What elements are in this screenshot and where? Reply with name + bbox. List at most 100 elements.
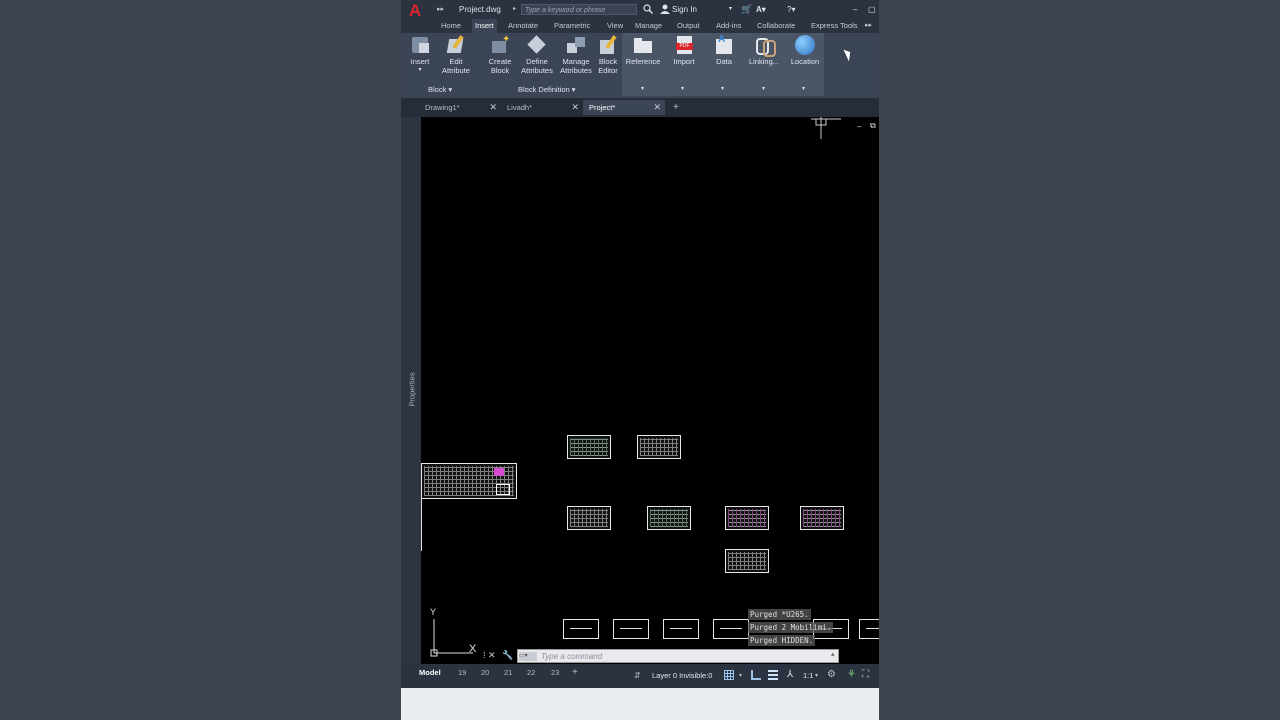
help-icon[interactable]: ?▾ — [787, 0, 795, 19]
block-editor-button[interactable]: Block Editor — [595, 35, 621, 75]
doc-tab-livadh[interactable]: Livadh* ✕ — [501, 100, 583, 115]
layout-tab-21[interactable]: 21 — [504, 667, 512, 679]
doc-tab-project[interactable]: Project* ✕ — [583, 100, 665, 115]
manage-attributes-label-2: Attributes — [560, 66, 592, 75]
search-arrow-icon[interactable]: ▸ — [513, 0, 516, 19]
annotation-scale-value[interactable]: 1:1 — [803, 670, 813, 682]
workspace-gear-icon[interactable]: ⚙ — [827, 669, 836, 681]
viewport-restore-icon[interactable]: ⧉ — [870, 121, 876, 131]
floor-plan-thumbnail[interactable] — [725, 549, 769, 573]
properties-palette-strip[interactable]: Properties — [401, 117, 421, 667]
section-drawing-thumbnail[interactable] — [713, 619, 749, 639]
minimize-icon[interactable]: – — [853, 0, 857, 19]
reference-panel-expand-icon[interactable]: ▾ — [641, 85, 644, 92]
tab-home[interactable]: Home — [441, 19, 461, 33]
autodesk-a360-icon[interactable]: A▾ — [756, 0, 766, 19]
search-icon[interactable] — [643, 4, 653, 14]
linking-panel-expand-icon[interactable]: ▾ — [762, 85, 765, 92]
fullscreen-icon[interactable]: ⛶ — [862, 669, 869, 681]
isolate-objects-icon[interactable]: ⚘ — [847, 669, 856, 681]
ortho-icon[interactable] — [751, 670, 761, 680]
title-bar: A ▸▸ Project.dwg ▸ Type a keyword or phr… — [401, 0, 879, 19]
insert-button[interactable]: Insert ▾ — [407, 35, 433, 75]
tab-view[interactable]: View — [607, 19, 623, 33]
reference-label: Reference — [625, 57, 661, 66]
section-drawing-thumbnail[interactable] — [613, 619, 649, 639]
tab-collaborate[interactable]: Collaborate — [757, 19, 795, 33]
manage-attributes-icon — [566, 35, 586, 55]
layout-tab-20[interactable]: 20 — [481, 667, 489, 679]
section-drawing-thumbnail[interactable] — [859, 619, 879, 639]
manage-attributes-label-1: Manage — [562, 57, 590, 66]
panel-block-label[interactable]: Block ▾ — [428, 85, 452, 94]
edit-attribute-button[interactable]: Edit Attribute — [439, 35, 473, 75]
lineweight-icon[interactable] — [768, 670, 778, 680]
floor-plan-thumbnail[interactable] — [567, 506, 611, 530]
search-input[interactable]: Type a keyword or phrase — [521, 4, 637, 15]
reference-button[interactable]: Reference — [624, 35, 662, 66]
tab-express-tools[interactable]: Express Tools — [811, 19, 858, 33]
section-drawing-thumbnail[interactable] — [663, 619, 699, 639]
tab-insert[interactable]: Insert — [472, 19, 497, 33]
title-block-thumbnail[interactable] — [421, 463, 517, 499]
cart-icon[interactable]: 🛒 — [741, 0, 752, 19]
import-panel-expand-icon[interactable]: ▾ — [681, 85, 684, 92]
command-history-toggle-icon[interactable]: ▴ — [831, 650, 835, 658]
autocad-logo-icon[interactable]: A — [409, 2, 421, 19]
viewcube-icon[interactable] — [811, 117, 851, 141]
status-customize-icon[interactable]: ⇵ — [634, 670, 641, 682]
insert-block-icon — [410, 35, 430, 55]
tab-annotate[interactable]: Annotate — [508, 19, 538, 33]
create-block-button[interactable]: ✦ Create Block — [486, 35, 514, 76]
floor-plan-thumbnail[interactable] — [800, 506, 844, 530]
viewport-minimize-icon[interactable]: – — [857, 122, 861, 131]
user-icon[interactable] — [660, 4, 670, 14]
data-extraction-icon: A — [714, 35, 734, 55]
close-icon[interactable]: ✕ — [571, 100, 579, 115]
ribbon-panel: Insert ▾ Edit Attribute ✦ Create Block D… — [401, 33, 879, 98]
layout-tab-model[interactable]: Model — [419, 667, 441, 679]
floor-plan-thumbnail[interactable] — [725, 506, 769, 530]
quick-access-expand-icon[interactable]: ▸▸ — [437, 0, 444, 19]
scale-dropdown-icon[interactable]: ▾ — [815, 670, 818, 682]
customize-wrench-icon[interactable]: 🔧 — [502, 650, 513, 661]
layout-tab-22[interactable]: 22 — [527, 667, 535, 679]
grid-icon[interactable] — [724, 670, 734, 680]
drawing-canvas[interactable]: – ⧉ Purged *U265. Purged 2 Mobilimi. Pur… — [421, 117, 879, 667]
close-icon[interactable]: ✕ — [489, 100, 497, 115]
tab-add-ins[interactable]: Add-ins — [716, 19, 741, 33]
linking-button[interactable]: Linking... — [747, 35, 781, 66]
data-panel-expand-icon[interactable]: ▾ — [721, 85, 724, 92]
add-layout-plus-icon[interactable]: + — [572, 667, 578, 679]
close-command-icon[interactable]: ✕ — [488, 650, 496, 661]
layout-tab-23[interactable]: 23 — [551, 667, 559, 679]
annotation-scale-icon[interactable]: ⅄ — [787, 669, 793, 681]
location-button[interactable]: Location — [788, 35, 822, 66]
sign-in-button[interactable]: Sign In — [672, 0, 697, 19]
floor-plan-thumbnail[interactable] — [647, 506, 691, 530]
import-button[interactable]: PDF Import — [667, 35, 701, 66]
location-panel-expand-icon[interactable]: ▾ — [802, 85, 805, 92]
tab-overflow-icon[interactable]: ▸▸ — [865, 19, 872, 33]
sign-in-dropdown-icon[interactable]: ▾ — [729, 0, 732, 19]
tab-parametric[interactable]: Parametric — [554, 19, 590, 33]
grid-dropdown-icon[interactable]: ▾ — [739, 670, 742, 682]
tab-output[interactable]: Output — [677, 19, 700, 33]
layout-tab-19[interactable]: 19 — [458, 667, 466, 679]
doc-tab-label: Livadh* — [507, 103, 533, 112]
tab-manage[interactable]: Manage — [635, 19, 662, 33]
command-line-grip-icon[interactable]: ⁞ — [483, 650, 486, 660]
command-input[interactable]: Type a command — [517, 649, 839, 663]
define-attributes-button[interactable]: Define Attributes — [519, 35, 555, 75]
new-tab-plus-icon[interactable]: + — [667, 100, 679, 115]
doc-tab-drawing1[interactable]: Drawing1* ✕ — [419, 100, 501, 115]
manage-attributes-button[interactable]: Manage Attributes — [558, 35, 594, 75]
section-drawing-thumbnail[interactable] — [563, 619, 599, 639]
close-icon[interactable]: ✕ — [653, 100, 661, 115]
recent-commands-icon[interactable]: ▭▾ — [519, 652, 537, 661]
floor-plan-thumbnail[interactable] — [567, 435, 611, 459]
floor-plan-thumbnail[interactable] — [637, 435, 681, 459]
panel-block-definition-label[interactable]: Block Definition ▾ — [518, 85, 576, 94]
data-button[interactable]: A Data — [711, 35, 737, 66]
maximize-icon[interactable]: ▢ — [868, 0, 876, 19]
